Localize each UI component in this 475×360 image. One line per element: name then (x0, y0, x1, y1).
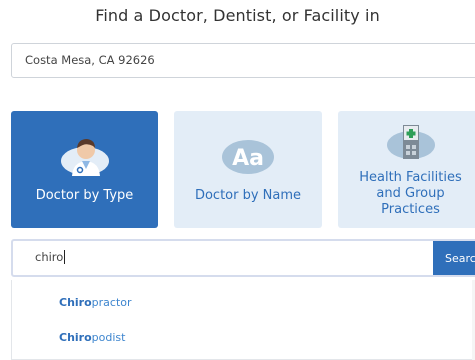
search-bar[interactable]: chiro Search (11, 239, 475, 277)
svg-text:Aa: Aa (232, 146, 264, 171)
doctor-by-name-label: Doctor by Name (194, 188, 302, 203)
suggestion-match: Chiro (59, 296, 92, 309)
doctor-by-type-label: Doctor by Type (35, 188, 134, 203)
autocomplete-dropdown: Chiropractor Chiropodist (11, 280, 475, 360)
health-facilities-card[interactable]: Health Facilities and Group Practices (338, 111, 475, 228)
text-caret (64, 250, 66, 264)
health-facilities-label-2: and Group (376, 186, 445, 201)
page-title: Find a Doctor, Dentist, or Facility in (95, 6, 380, 25)
search-input-value: chiro (35, 250, 64, 264)
doctor-icon (60, 139, 109, 176)
doctor-by-type-card[interactable]: Doctor by Type (11, 111, 158, 228)
suggestion-match: Chiro (59, 331, 92, 344)
health-facilities-label-3: Practices (381, 202, 440, 217)
location-field[interactable]: Costa Mesa, CA 92626 (11, 43, 475, 78)
name-icon: Aa (222, 140, 274, 174)
facility-icon (386, 125, 435, 159)
search-input[interactable]: chiro (35, 250, 66, 264)
doctor-by-name-card[interactable]: Aa Doctor by Name (174, 111, 322, 228)
health-facilities-label-1: Health Facilities (359, 170, 462, 185)
location-value: Costa Mesa, CA 92626 (25, 53, 155, 67)
suggestion-chiropractor[interactable]: Chiropractor (59, 296, 132, 309)
suggestion-rest: practor (91, 296, 132, 309)
suggestion-rest: podist (91, 331, 126, 344)
suggestion-chiropodist[interactable]: Chiropodist (59, 331, 125, 344)
search-button[interactable]: Search (433, 241, 475, 275)
